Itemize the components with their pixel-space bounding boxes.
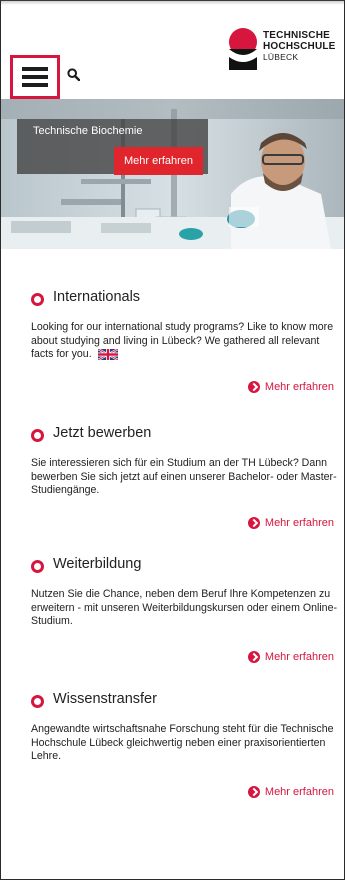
section-knowledge-transfer: Wissenstransfer Angewandte wirtschaftsna… [31, 691, 341, 798]
logo-text: TECHNISCHE HOCHSCHULE LÜBECK [263, 30, 336, 63]
more-link-label: Mehr erfahren [264, 786, 334, 798]
logo-line: HOCHSCHULE [263, 40, 336, 52]
more-link-label: Mehr erfahren [264, 381, 334, 393]
section-title: Jetzt bewerben [53, 425, 152, 441]
section-text-content: Looking for our international study prog… [31, 321, 334, 360]
circle-bullet-icon [31, 293, 44, 306]
section-text: Nutzen Sie die Chance, neben dem Beruf I… [31, 588, 337, 627]
more-link[interactable]: Mehr erfahren [247, 381, 334, 393]
menu-bar [22, 67, 48, 71]
more-link[interactable]: Mehr erfahren [247, 786, 334, 798]
arrow-right-circle-icon [247, 517, 260, 529]
section-further-education: Weiterbildung Nutzen Sie die Chance, neb… [31, 556, 341, 663]
hero-more-button[interactable]: Mehr erfahren [114, 147, 203, 175]
section-header: Weiterbildung [31, 556, 341, 578]
section-header: Jetzt bewerben [31, 425, 341, 447]
arrow-right-circle-icon [247, 786, 260, 798]
th-luebeck-logo[interactable]: TECHNISCHE HOCHSCHULE LÜBECK [228, 27, 338, 71]
uk-flag-icon [97, 348, 118, 360]
circle-bullet-icon [31, 429, 44, 442]
more-link-label: Mehr erfahren [264, 651, 334, 663]
section-apply: Jetzt bewerben Sie interessieren sich fü… [31, 425, 341, 529]
logo-line: LÜBECK [263, 52, 299, 62]
more-link[interactable]: Mehr erfahren [247, 651, 334, 663]
page-frame: TECHNISCHE HOCHSCHULE LÜBECK Technische … [0, 0, 345, 880]
section-text: Looking for our international study prog… [31, 321, 337, 362]
hamburger-menu-icon[interactable] [10, 55, 60, 99]
logo-line: TECHNISCHE [263, 30, 331, 41]
more-link[interactable]: Mehr erfahren [247, 517, 334, 529]
section-text: Sie interessieren sich für ein Studium a… [31, 457, 337, 496]
arrow-right-circle-icon [247, 651, 260, 663]
logo-mark-icon [229, 28, 257, 70]
site-header: TECHNISCHE HOCHSCHULE LÜBECK [1, 1, 344, 99]
circle-bullet-icon [31, 560, 44, 573]
section-header: Internationals [31, 289, 341, 311]
section-title: Weiterbildung [53, 556, 142, 572]
hero-caption-text: Technische Biochemie [33, 125, 143, 137]
more-link-label: Mehr erfahren [264, 517, 334, 529]
section-text: Angewandte wirtschaftsnahe Forschung ste… [31, 723, 334, 762]
section-internationals: Internationals Looking for our internati… [31, 289, 341, 393]
section-title: Internationals [53, 289, 141, 305]
menu-bar [22, 75, 48, 79]
section-header: Wissenstransfer [31, 691, 341, 713]
search-icon[interactable] [67, 68, 80, 81]
section-title: Wissenstransfer [53, 691, 157, 707]
menu-bar [22, 83, 48, 87]
arrow-right-circle-icon [247, 381, 260, 393]
circle-bullet-icon [31, 695, 44, 708]
